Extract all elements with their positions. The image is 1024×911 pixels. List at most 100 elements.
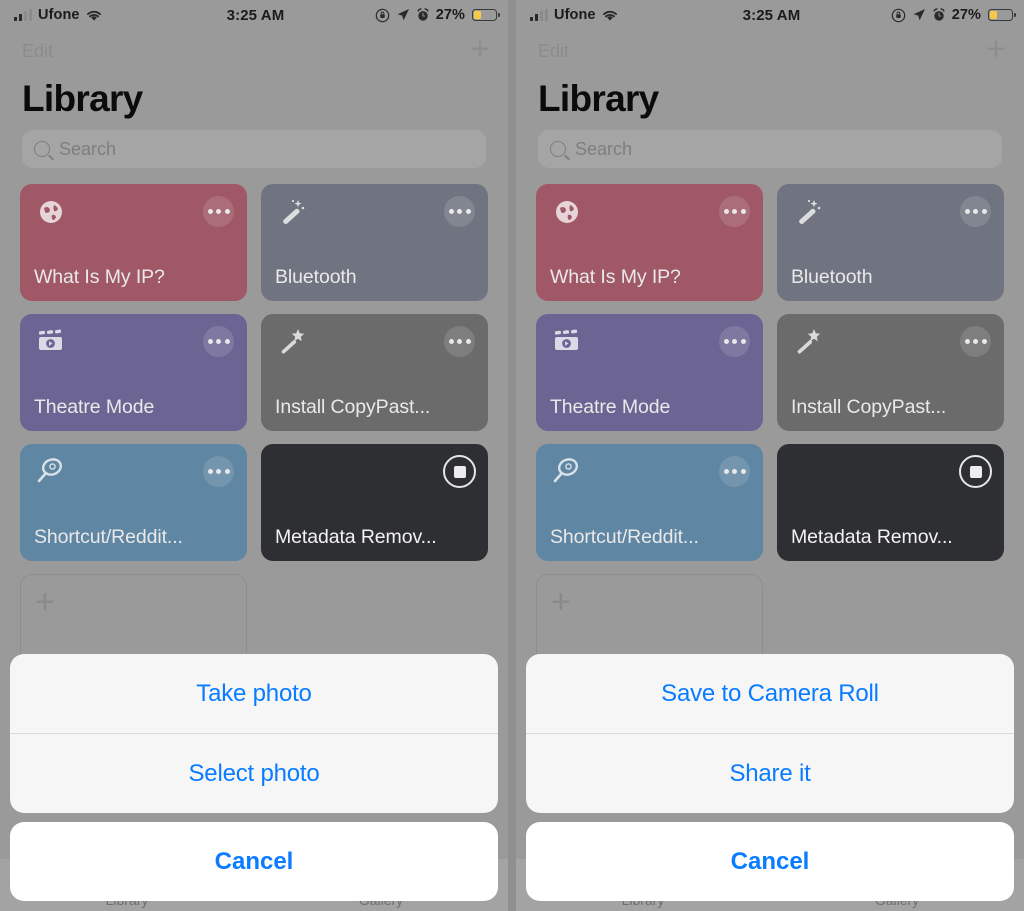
shortcut-card-title: Bluetooth (275, 266, 357, 288)
more-options-icon[interactable] (203, 326, 234, 357)
more-options-icon[interactable] (719, 326, 750, 357)
search-icon (34, 141, 50, 157)
edit-button[interactable]: Edit (22, 41, 53, 62)
navigation-bar: Edit + (0, 30, 508, 72)
search-input[interactable]: Search (538, 130, 1002, 168)
battery-icon (988, 9, 1017, 21)
magnifier-icon (37, 458, 63, 483)
shortcut-card-title: Bluetooth (791, 266, 873, 288)
shortcut-card-title: Install CopyPast... (275, 396, 431, 418)
shortcut-card-install-copypaste[interactable]: Install CopyPast... (777, 314, 1004, 431)
shortcuts-grid: What Is My IP? Bluetooth Theatre Mode In… (0, 184, 508, 691)
battery-icon (472, 9, 501, 21)
status-bar: Ufone 3:25 AM 27% (516, 0, 1024, 30)
status-bar-left: Ufone (530, 7, 743, 23)
more-options-icon[interactable] (444, 196, 475, 227)
shortcut-card-title: Metadata Remov... (791, 526, 953, 548)
cancel-button[interactable]: Cancel (10, 822, 498, 901)
shortcut-card-metadata-remover[interactable]: Metadata Remov... (777, 444, 1004, 561)
shortcut-card-title: Metadata Remov... (275, 526, 437, 548)
action-sheet-left: Take photo Select photo Cancel (10, 654, 498, 901)
search-icon (550, 141, 566, 157)
shortcut-card-theatre-mode[interactable]: Theatre Mode (536, 314, 763, 431)
plus-icon[interactable]: + (986, 32, 1006, 71)
edit-button[interactable]: Edit (538, 41, 569, 62)
magic-wand-icon (799, 199, 821, 225)
shortcut-card-theatre-mode[interactable]: Theatre Mode (20, 314, 247, 431)
status-bar-clock: 3:25 AM (742, 6, 801, 24)
plus-icon: + (551, 583, 571, 621)
battery-percent-label: 27% (435, 7, 466, 23)
more-options-icon[interactable] (960, 326, 991, 357)
shortcut-card-title: Shortcut/Reddit... (550, 526, 699, 548)
status-bar-right: 27% (284, 7, 501, 23)
carrier-label: Ufone (554, 7, 596, 23)
shortcut-card-title: Install CopyPast... (791, 396, 947, 418)
phone-screenshot-left: Ufone 3:25 AM 27% Edit + Library Search … (0, 0, 508, 911)
globe-icon (556, 201, 578, 223)
cellular-signal-icon (14, 8, 32, 21)
more-options-icon[interactable] (719, 456, 750, 487)
status-bar: Ufone 3:25 AM 27% (0, 0, 508, 30)
share-it-button[interactable]: Share it (526, 733, 1014, 813)
magic-wand-icon (283, 199, 305, 225)
shortcut-card-title: What Is My IP? (34, 266, 165, 288)
cancel-button[interactable]: Cancel (526, 822, 1014, 901)
more-options-icon[interactable] (203, 196, 234, 227)
cellular-signal-icon (530, 8, 548, 21)
stop-icon[interactable] (959, 455, 992, 488)
action-sheet-right: Save to Camera Roll Share it Cancel (526, 654, 1014, 901)
more-options-icon[interactable] (960, 196, 991, 227)
film-clapper-icon (554, 329, 578, 350)
rotation-lock-icon (891, 8, 905, 22)
more-options-icon[interactable] (719, 196, 750, 227)
wifi-icon (602, 10, 617, 21)
globe-icon (40, 201, 62, 223)
shortcut-card-title: Shortcut/Reddit... (34, 526, 183, 548)
shortcuts-grid: What Is My IP? Bluetooth Theatre Mode In… (516, 184, 1024, 691)
plus-icon[interactable]: + (470, 32, 490, 71)
more-options-icon[interactable] (203, 456, 234, 487)
rotation-lock-icon (375, 8, 389, 22)
take-photo-button[interactable]: Take photo (10, 654, 498, 733)
magic-wand-star-icon (797, 329, 821, 354)
location-arrow-icon (397, 9, 409, 21)
action-sheet-cancel-group: Cancel (10, 822, 498, 901)
page-title: Library (538, 78, 659, 119)
search-placeholder: Search (59, 138, 117, 159)
shortcut-card-install-copypaste[interactable]: Install CopyPast... (261, 314, 488, 431)
shortcut-card-metadata-remover[interactable]: Metadata Remov... (261, 444, 488, 561)
status-bar-clock: 3:25 AM (226, 6, 285, 24)
location-arrow-icon (913, 9, 925, 21)
action-sheet-options: Take photo Select photo (10, 654, 498, 813)
magnifier-icon (553, 458, 579, 483)
shortcut-card-shortcut-reddit[interactable]: Shortcut/Reddit... (536, 444, 763, 561)
shortcut-card-title: What Is My IP? (550, 266, 681, 288)
shortcut-card-bluetooth[interactable]: Bluetooth (261, 184, 488, 301)
stop-icon[interactable] (443, 455, 476, 488)
dual-screenshot-stage: Ufone 3:25 AM 27% Edit + Library Search … (0, 0, 1024, 911)
battery-percent-label: 27% (951, 7, 982, 23)
action-sheet-cancel-group: Cancel (526, 822, 1014, 901)
shortcut-card-bluetooth[interactable]: Bluetooth (777, 184, 1004, 301)
shortcut-card-shortcut-reddit[interactable]: Shortcut/Reddit... (20, 444, 247, 561)
page-title: Library (22, 78, 143, 119)
shortcut-card-title: Theatre Mode (550, 396, 671, 418)
film-clapper-icon (38, 329, 62, 350)
shortcut-card-title: Theatre Mode (34, 396, 155, 418)
wifi-icon (86, 10, 101, 21)
alarm-clock-icon (933, 8, 945, 21)
magic-wand-star-icon (281, 329, 305, 354)
navigation-bar: Edit + (516, 30, 1024, 72)
action-sheet-options: Save to Camera Roll Share it (526, 654, 1014, 813)
search-placeholder: Search (575, 138, 633, 159)
select-photo-button[interactable]: Select photo (10, 733, 498, 813)
save-to-camera-roll-button[interactable]: Save to Camera Roll (526, 654, 1014, 733)
search-input[interactable]: Search (22, 130, 486, 168)
carrier-label: Ufone (38, 7, 80, 23)
shortcut-card-what-is-my-ip[interactable]: What Is My IP? (536, 184, 763, 301)
phone-screenshot-right: Ufone 3:25 AM 27% Edit + Library Search … (516, 0, 1024, 911)
more-options-icon[interactable] (444, 326, 475, 357)
shortcut-card-what-is-my-ip[interactable]: What Is My IP? (20, 184, 247, 301)
status-bar-left: Ufone (14, 7, 227, 23)
